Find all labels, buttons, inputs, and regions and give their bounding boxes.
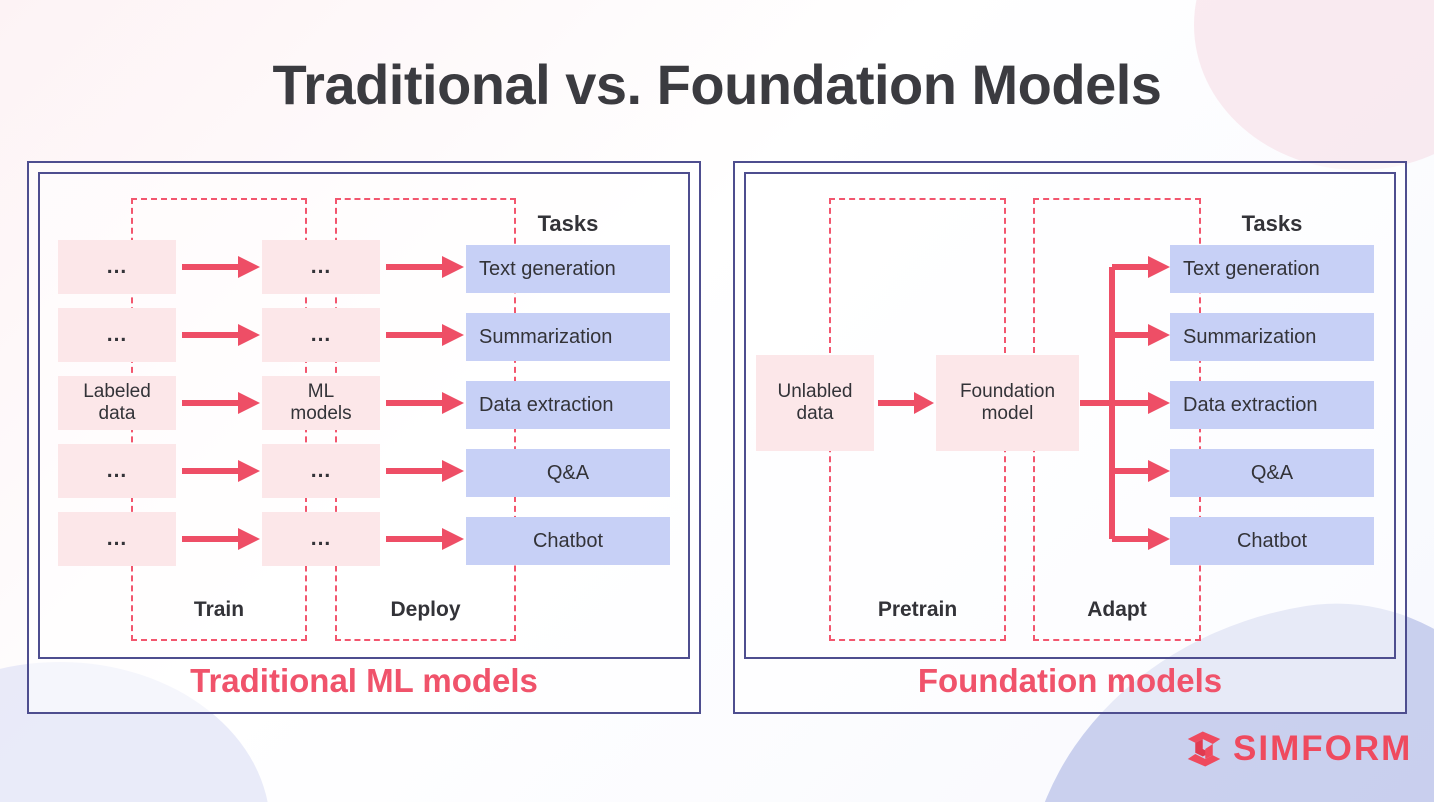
model-box-label: ML models: [290, 380, 352, 424]
panel-inner-border-right: Pretrain Adapt Unlabled data Foundation …: [744, 172, 1396, 659]
data-box-label: ...: [106, 526, 128, 550]
model-box: ...: [262, 444, 380, 498]
task-label: Chatbot: [532, 529, 604, 552]
stage-label-pretrain: Pretrain: [877, 598, 958, 621]
task-label: Data extraction: [479, 393, 614, 416]
tasks-header: Tasks: [1241, 211, 1303, 236]
page-title: Traditional vs. Foundation Models: [272, 53, 1162, 116]
panel-caption-traditional: Traditional ML models: [190, 662, 538, 699]
task-label: Text generation: [479, 257, 616, 280]
tasks-header: Tasks: [537, 211, 599, 236]
task-box-text-generation: Text generation: [1170, 245, 1374, 293]
model-box-label: ...: [310, 254, 332, 278]
task-label: Summarization: [479, 325, 613, 348]
model-box-label: ...: [310, 526, 332, 550]
diagram-canvas: Traditional vs. Foundation Models Train …: [0, 0, 1434, 802]
panel-foundation-models: Pretrain Adapt Unlabled data Foundation …: [733, 161, 1407, 714]
model-box: ...: [262, 512, 380, 566]
task-box-data-extraction: Data extraction: [466, 381, 670, 429]
stage-label-deploy: Deploy: [390, 598, 461, 621]
task-box-summarization: Summarization: [1170, 313, 1374, 361]
task-label: Q&A: [546, 461, 590, 484]
panel-caption-foundation: Foundation models: [917, 662, 1223, 699]
simform-wordmark: SIMFORM: [1233, 729, 1413, 768]
model-box-ml-models: ML models: [262, 376, 380, 430]
data-box: ...: [58, 240, 176, 294]
task-box-chatbot: Chatbot: [466, 517, 670, 565]
task-box-qa: Q&A: [1170, 449, 1374, 497]
task-label: Chatbot: [1236, 529, 1308, 552]
stage-label-adapt: Adapt: [1087, 598, 1147, 621]
task-label: Data extraction: [1183, 393, 1318, 416]
model-box-label: ...: [310, 458, 332, 482]
model-box-label: ...: [310, 322, 332, 346]
task-box-summarization: Summarization: [466, 313, 670, 361]
task-label: Q&A: [1250, 461, 1294, 484]
input-box-label: Unlabled data: [777, 380, 853, 424]
panel-traditional-ml: Train Deploy ... ... Labeled data ... ..…: [27, 161, 701, 714]
data-box-label: Labeled data: [83, 380, 151, 424]
data-box: ...: [58, 444, 176, 498]
foundation-model-label: Foundation model: [959, 380, 1056, 424]
task-box-text-generation: Text generation: [466, 245, 670, 293]
data-box: ...: [58, 512, 176, 566]
stage-label-train: Train: [193, 598, 245, 621]
data-box-labeled-data: Labeled data: [58, 376, 176, 430]
panel-inner-border-left: Train Deploy ... ... Labeled data ... ..…: [38, 172, 690, 659]
input-box-unlabled-data: Unlabled data: [756, 355, 874, 451]
simform-logo: SIMFORM: [1184, 729, 1412, 769]
task-label: Summarization: [1183, 325, 1317, 348]
data-box-label: ...: [106, 458, 128, 482]
foundation-model-box: Foundation model: [936, 355, 1079, 451]
data-box-label: ...: [106, 322, 128, 346]
task-box-data-extraction: Data extraction: [1170, 381, 1374, 429]
model-box: ...: [262, 308, 380, 362]
data-box-label: ...: [106, 254, 128, 278]
data-box: ...: [58, 308, 176, 362]
task-label: Text generation: [1183, 257, 1320, 280]
model-box: ...: [262, 240, 380, 294]
task-box-chatbot: Chatbot: [1170, 517, 1374, 565]
simform-logo-icon: [1187, 731, 1221, 767]
task-box-qa: Q&A: [466, 449, 670, 497]
